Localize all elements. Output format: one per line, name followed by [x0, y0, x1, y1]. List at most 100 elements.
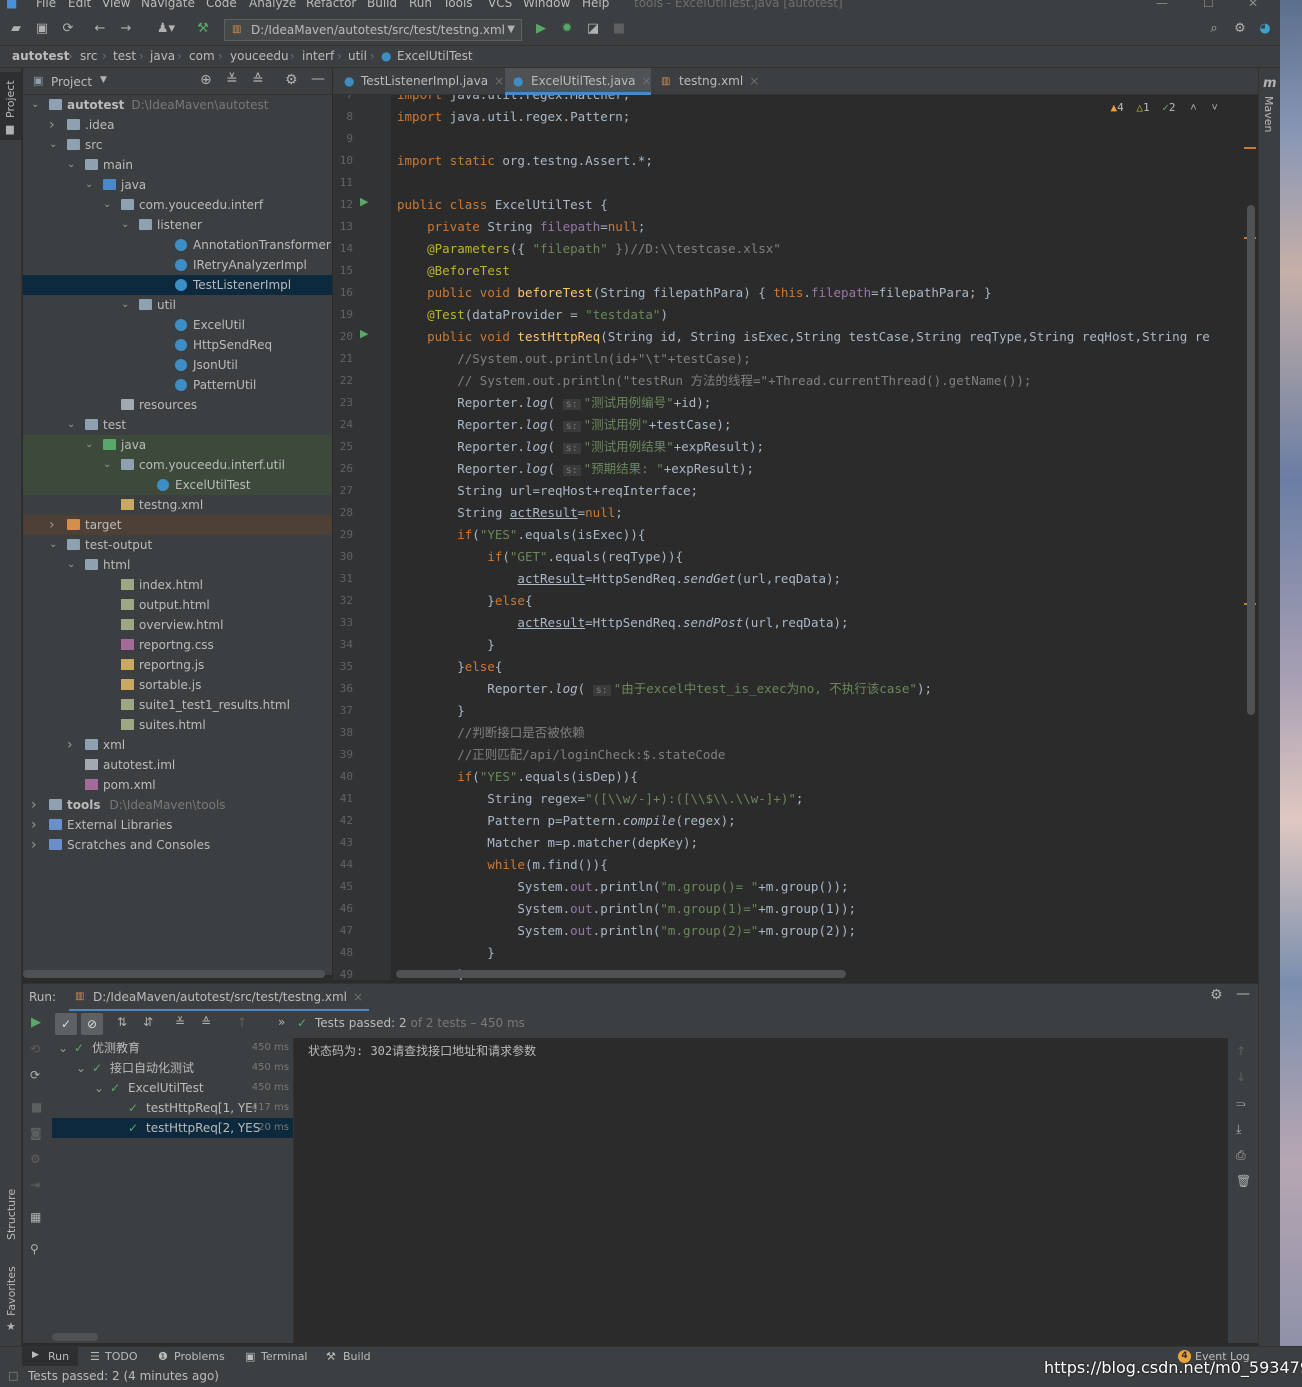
editor-horizontal-scrollbar[interactable] [396, 970, 846, 978]
maven-tool-button[interactable]: m Maven [1259, 74, 1281, 144]
stop-icon[interactable]: ■ [610, 20, 628, 38]
menu-edit[interactable]: Edit [68, 0, 91, 10]
sort-alpha-icon[interactable]: ⇅ [117, 1015, 127, 1029]
build-tab[interactable]: Build [343, 1350, 371, 1363]
tree-item[interactable]: ⌄ util [23, 295, 332, 315]
tree-item[interactable]: ⌄ main [23, 155, 332, 175]
chevron-down-icon[interactable]: ⌄ [85, 435, 95, 455]
chevron-down-icon[interactable]: ⌄ [94, 1078, 104, 1098]
scroll-to-end-icon[interactable]: ⤓ [1236, 1122, 1241, 1137]
chevron-right-icon[interactable]: › [31, 835, 41, 855]
tree-item[interactable]: reportng.css [23, 635, 332, 655]
breadcrumb-item-test[interactable]: test [113, 49, 136, 63]
breadcrumb-item-src[interactable]: src [80, 49, 98, 63]
chevron-down-icon[interactable]: ⌄ [103, 195, 113, 215]
structure-tool-button[interactable]: Structure [0, 1178, 22, 1250]
chevron-down-icon[interactable]: ˅ [1211, 101, 1218, 114]
tree-item[interactable]: autotest.iml [23, 755, 332, 775]
test-tree-row[interactable]: ⌄ ✓ ExcelUtilTest 450 ms [52, 1078, 293, 1098]
tree-item[interactable]: testng.xml [23, 495, 332, 515]
tab-excelutiltest[interactable]: ● ExcelUtilTest.java × [505, 68, 652, 95]
tree-item[interactable]: › target [23, 515, 332, 535]
hide-panel-icon[interactable]: — [311, 71, 325, 87]
tree-item[interactable]: suites.html [23, 715, 332, 735]
chevron-down-icon[interactable]: ⌄ [31, 95, 41, 115]
tree-item[interactable]: ⌄ autotest D:\IdeaMaven\autotest [23, 95, 332, 115]
terminal-tab[interactable]: Terminal [261, 1350, 308, 1363]
run-test-class-icon[interactable]: ▶ [360, 195, 368, 208]
export-icon[interactable]: ⇥ [30, 1178, 40, 1192]
code-editor[interactable]: ▲4 △1 ✓2 ˄ ˅ import java.util.regex.Matc… [391, 95, 1258, 980]
chevron-down-icon[interactable]: ⌄ [49, 535, 59, 555]
chevron-right-icon[interactable]: › [67, 735, 77, 755]
tree-item[interactable]: ⌄ src [23, 135, 332, 155]
rerun-icon[interactable]: ▶ [31, 1015, 41, 1030]
tree-item[interactable]: ⌄ test [23, 415, 332, 435]
chevron-down-icon[interactable]: ⌄ [76, 1058, 86, 1078]
tree-item[interactable]: reportng.js [23, 655, 332, 675]
menu-view[interactable]: View [102, 0, 130, 10]
tree-item[interactable]: ⌄ java [23, 435, 332, 455]
tree-item[interactable]: ⌄ html [23, 555, 332, 575]
tree-item[interactable]: resources [23, 395, 332, 415]
run-icon[interactable]: ▶ [532, 20, 550, 38]
close-window-icon[interactable]: ✕ [1248, 0, 1258, 10]
tree-item[interactable]: ⌄ java [23, 175, 332, 195]
chevron-right-icon[interactable]: › [49, 115, 59, 135]
tree-horizontal-scrollbar[interactable] [23, 970, 325, 978]
test-tree-row[interactable]: ⌄ ✓ 优测教育 450 ms [52, 1038, 293, 1058]
tree-item[interactable]: ⌄ com.youceedu.interf [23, 195, 332, 215]
console-output[interactable]: 状态码为: 302请查找接口地址和请求参数 [293, 1038, 1228, 1343]
save-all-icon[interactable]: ▣ [33, 20, 51, 38]
open-folder-icon[interactable]: ▰ [7, 20, 25, 38]
test-tree-row[interactable]: ✓ testHttpReq[1, YE! 417 ms [52, 1098, 293, 1118]
collapse-all-icon[interactable]: ≙ [252, 72, 264, 88]
chevron-down-icon[interactable]: ⌄ [85, 175, 95, 195]
menu-tools[interactable]: Tools [443, 0, 473, 10]
tree-item[interactable]: ⌄ com.youceedu.interf.util [23, 455, 332, 475]
tree-item[interactable]: PatternUtil [23, 375, 332, 395]
tab-testlistenerimpl[interactable]: ● TestListenerImpl.java × [341, 68, 504, 95]
previous-failed-icon[interactable]: ↑ [237, 1015, 247, 1029]
settings-gear-icon[interactable]: ⚙ [285, 72, 298, 88]
tree-item[interactable]: › tools D:\IdeaMaven\tools [23, 795, 332, 815]
status-square-icon[interactable]: □ [8, 1369, 18, 1382]
sort-duration-icon[interactable]: ⇵ [143, 1015, 153, 1029]
close-tab-icon[interactable]: × [494, 74, 504, 88]
tree-item[interactable]: suite1_test1_results.html [23, 695, 332, 715]
inspection-widget[interactable]: ▲4 △1 ✓2 ˄ ˅ [1111, 101, 1218, 115]
show-ignored-toggle-icon[interactable]: ⊘ [81, 1013, 103, 1035]
close-tab-icon[interactable]: × [749, 74, 759, 88]
project-panel-title[interactable]: Project [51, 75, 92, 89]
test-tree-row[interactable]: ✓ testHttpReq[2, YES 20 ms [52, 1118, 293, 1138]
build-hammer-icon[interactable]: ⚒ [194, 20, 212, 38]
menu-navigate[interactable]: Navigate [141, 0, 195, 10]
tree-item[interactable]: ⌄ test-output [23, 535, 332, 555]
settings-gear-icon[interactable]: ⚙ [1210, 987, 1223, 1003]
todo-tab[interactable]: TODO [105, 1350, 138, 1363]
tree-item[interactable]: › .idea [23, 115, 332, 135]
locate-file-icon[interactable]: ⊕ [200, 72, 212, 88]
run-test-method-icon[interactable]: ▶ [360, 327, 368, 340]
breadcrumb-item-util[interactable]: util [348, 49, 367, 63]
chevron-down-icon[interactable]: ⌄ [49, 135, 59, 155]
up-arrow-icon[interactable]: ↑ [1236, 1044, 1246, 1058]
forward-icon[interactable]: → [117, 20, 135, 38]
tree-item[interactable]: IRetryAnalyzerImpl [23, 255, 332, 275]
chevron-down-icon[interactable]: ⌄ [67, 555, 77, 575]
debug-icon[interactable]: ✹ [558, 20, 576, 38]
chevron-up-icon[interactable]: ˄ [1190, 101, 1197, 114]
breadcrumb-item-autotest[interactable]: autotest [12, 49, 69, 63]
stop-icon[interactable]: ■ [31, 1100, 42, 1114]
tree-item[interactable]: index.html [23, 575, 332, 595]
expand-all-icon[interactable]: ≚ [175, 1015, 185, 1029]
collapse-all-icon[interactable]: ≙ [201, 1015, 211, 1029]
rerun-failed-icon[interactable]: ⟲ [30, 1042, 40, 1056]
tree-item[interactable]: overview.html [23, 615, 332, 635]
show-passed-toggle-icon[interactable]: ✓ [55, 1013, 77, 1035]
hide-panel-icon[interactable]: — [1236, 986, 1250, 1002]
tab-testng-xml[interactable]: ▥ testng.xml × [659, 68, 759, 95]
vcs-user-icon[interactable]: ♟▾ [152, 20, 180, 38]
menu-vcs[interactable]: VCS [488, 0, 512, 10]
soft-wrap-icon[interactable]: ⥰ [1236, 1096, 1246, 1111]
